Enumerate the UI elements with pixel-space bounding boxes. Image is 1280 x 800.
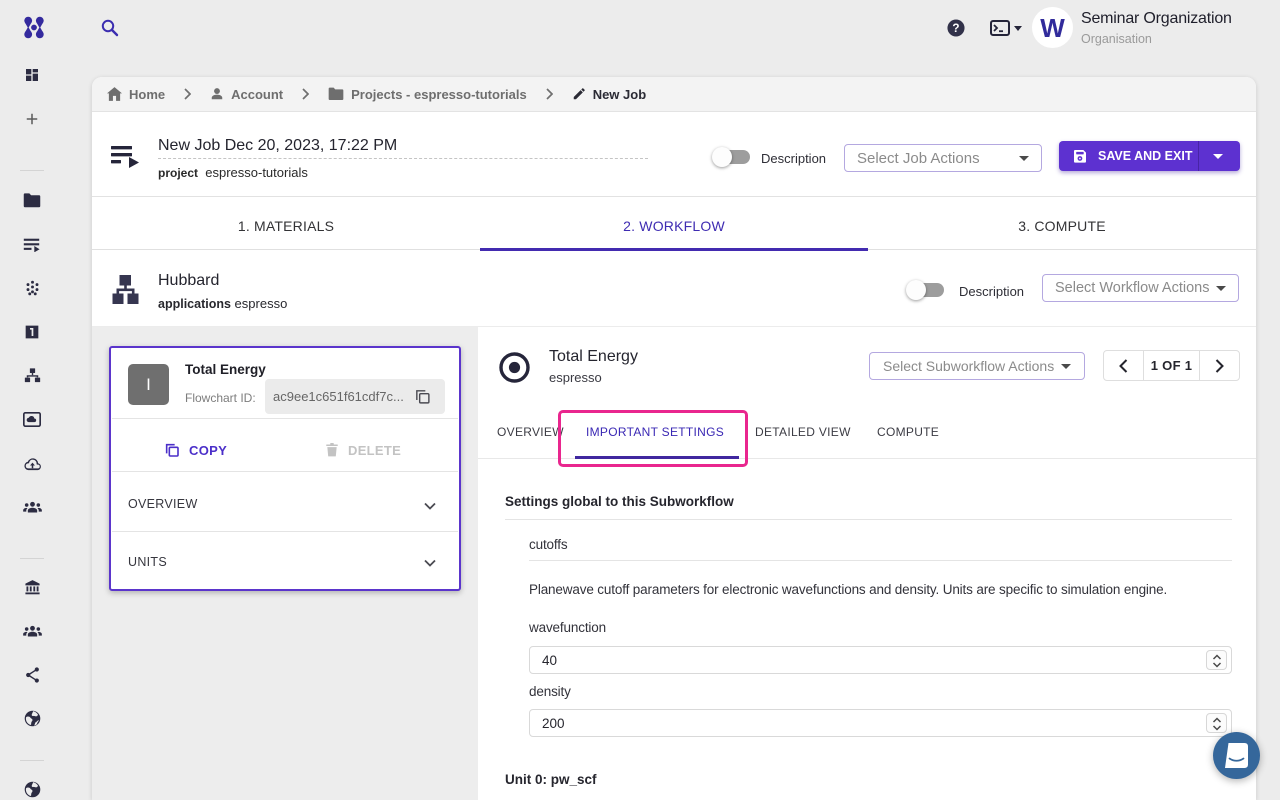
svg-text:?: ? [952, 22, 959, 35]
